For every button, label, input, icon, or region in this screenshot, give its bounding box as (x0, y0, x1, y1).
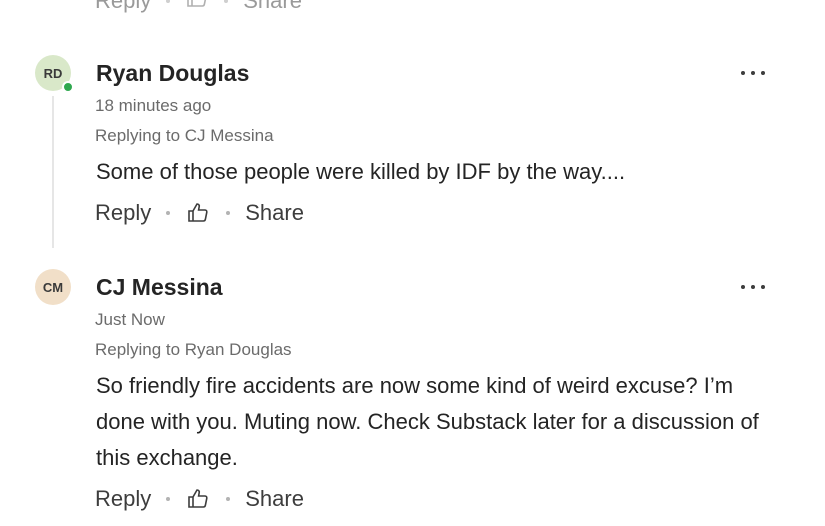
reply-button[interactable]: Reply (95, 0, 151, 14)
comment-author[interactable]: Ryan Douglas (96, 60, 249, 87)
avatar[interactable]: CM (35, 269, 71, 305)
replying-to[interactable]: Replying to CJ Messina (95, 126, 274, 146)
avatar-initials: CM (42, 279, 64, 295)
separator-dot (226, 211, 231, 215)
avatar-initials: RD (43, 65, 63, 81)
comment-timestamp[interactable]: 18 minutes ago (95, 96, 211, 116)
share-button[interactable]: Share (245, 200, 304, 226)
reply-button[interactable]: Reply (95, 486, 151, 512)
separator-dot (224, 0, 229, 3)
clap-icon[interactable] (185, 486, 211, 512)
comment-actions: Reply Share (95, 200, 304, 226)
separator-dot (226, 497, 231, 501)
online-status-icon (62, 81, 74, 93)
separator-dot (166, 211, 171, 215)
share-button[interactable]: Share (245, 486, 304, 512)
more-options-icon[interactable] (741, 283, 765, 291)
reply-button[interactable]: Reply (95, 200, 151, 226)
replying-to[interactable]: Replying to Ryan Douglas (95, 340, 292, 360)
previous-comment-actions: Reply Share (95, 0, 302, 16)
clap-icon[interactable] (185, 0, 209, 16)
more-options-icon[interactable] (741, 69, 765, 77)
comment-author[interactable]: CJ Messina (96, 274, 223, 301)
share-button[interactable]: Share (243, 0, 302, 14)
thread-line (52, 96, 54, 248)
separator-dot (166, 497, 171, 501)
comment-timestamp[interactable]: Just Now (95, 310, 165, 330)
comment-body: Some of those people were killed by IDF … (96, 159, 626, 184)
separator-dot (166, 0, 171, 3)
avatar[interactable]: RD (35, 55, 74, 93)
comment-body: So friendly fire accidents are now some … (96, 373, 759, 470)
comment-actions: Reply Share (95, 486, 304, 512)
clap-icon[interactable] (185, 200, 211, 226)
